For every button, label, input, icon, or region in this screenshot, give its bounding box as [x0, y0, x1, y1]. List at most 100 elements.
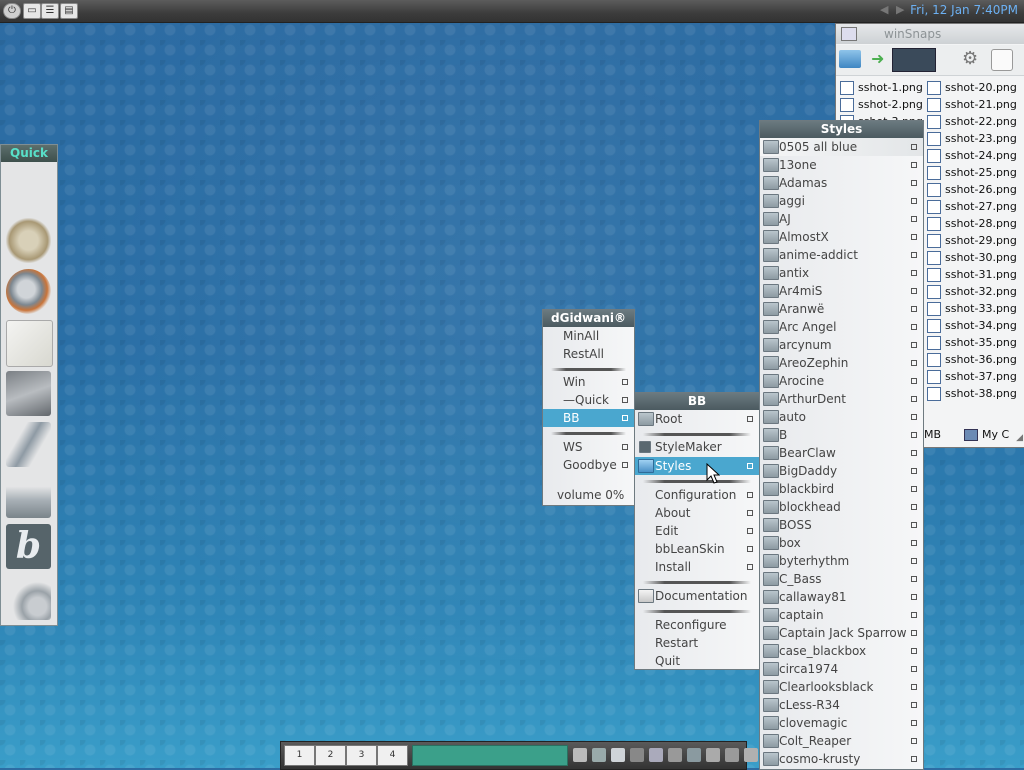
- menu-item-configuration[interactable]: Configuration: [635, 486, 759, 504]
- workspace-2-button[interactable]: 2: [315, 745, 346, 766]
- menu-item-restart[interactable]: Restart: [635, 634, 759, 652]
- menu-item-restall[interactable]: RestAll: [543, 345, 634, 363]
- style-item[interactable]: box: [760, 534, 923, 552]
- style-item[interactable]: blockhead: [760, 498, 923, 516]
- menu-item-stylemaker[interactable]: StyleMaker: [635, 438, 759, 456]
- feather-icon[interactable]: [6, 422, 51, 467]
- style-item[interactable]: BOSS: [760, 516, 923, 534]
- menu-item-quick[interactable]: —Quick: [543, 391, 634, 409]
- menu-item-documentation[interactable]: Documentation: [635, 587, 759, 605]
- style-item[interactable]: AreoZephin: [760, 354, 923, 372]
- style-item[interactable]: antix: [760, 264, 923, 282]
- go-arrow-icon[interactable]: ➜: [871, 49, 884, 68]
- person-icon[interactable]: [725, 748, 739, 762]
- resize-grip-icon[interactable]: ◢: [1016, 433, 1023, 443]
- device-icon[interactable]: [991, 49, 1013, 71]
- menu-item-goodbye[interactable]: Goodbye: [543, 456, 634, 474]
- menu-item-root[interactable]: Root: [635, 410, 759, 428]
- style-item[interactable]: BearClaw: [760, 444, 923, 462]
- menu-item-reconfigure[interactable]: Reconfigure: [635, 616, 759, 634]
- style-item[interactable]: Arocine: [760, 372, 923, 390]
- view-toggle-icon[interactable]: [892, 48, 936, 72]
- text-editor-icon[interactable]: [6, 320, 53, 367]
- menu-item-ws[interactable]: WS: [543, 438, 634, 456]
- skin-icon[interactable]: [668, 748, 682, 762]
- style-item[interactable]: circa1974: [760, 660, 923, 678]
- picture-icon[interactable]: [744, 748, 758, 762]
- style-item[interactable]: AlmostX: [760, 228, 923, 246]
- bblean-b-icon[interactable]: b: [6, 524, 51, 569]
- style-item[interactable]: Adamas: [760, 174, 923, 192]
- style-item[interactable]: cosmo-krusty: [760, 750, 923, 768]
- style-item[interactable]: BigDaddy: [760, 462, 923, 480]
- speaker-icon[interactable]: [592, 748, 606, 762]
- book-icon[interactable]: [6, 371, 51, 416]
- style-item[interactable]: aggi: [760, 192, 923, 210]
- submenu-indicator-icon: [911, 738, 917, 744]
- style-item[interactable]: case_blackbox: [760, 642, 923, 660]
- submenu-indicator-icon: [911, 288, 917, 294]
- style-item[interactable]: anime-addict: [760, 246, 923, 264]
- style-item[interactable]: blackbird: [760, 480, 923, 498]
- window-titlebar[interactable]: winSnaps: [836, 24, 1024, 44]
- style-item[interactable]: auto: [760, 408, 923, 426]
- folder-icon: [763, 608, 779, 622]
- pause-icon[interactable]: [573, 748, 587, 762]
- style-item[interactable]: Colt_Reaper: [760, 732, 923, 750]
- photo-icon[interactable]: [6, 167, 51, 212]
- menu-item-quit[interactable]: Quit: [635, 652, 759, 670]
- style-item[interactable]: B: [760, 426, 923, 444]
- style-item[interactable]: 0505 all blue: [760, 138, 923, 156]
- workspace-4-button[interactable]: 4: [377, 745, 408, 766]
- style-item[interactable]: byterhythm: [760, 552, 923, 570]
- style-item[interactable]: Arc Angel: [760, 318, 923, 336]
- folder-up-icon[interactable]: [839, 50, 861, 68]
- desktop-icon[interactable]: ▭: [23, 3, 41, 19]
- clock[interactable]: Fri, 12 Jan 7:40PM: [910, 3, 1018, 17]
- style-item[interactable]: cLess-R34: [760, 696, 923, 714]
- workspace-3-button[interactable]: 3: [346, 745, 377, 766]
- folder-icon[interactable]: ▤: [60, 3, 78, 19]
- task-list[interactable]: [412, 745, 568, 766]
- swirl-icon[interactable]: [687, 748, 701, 762]
- style-item[interactable]: C_Bass: [760, 570, 923, 588]
- style-item[interactable]: callaway81: [760, 588, 923, 606]
- style-item[interactable]: Aranwë: [760, 300, 923, 318]
- submenu-indicator-icon: [747, 528, 753, 534]
- menu-item-bbleanskin[interactable]: bbLeanSkin: [635, 540, 759, 558]
- horns-logo-icon[interactable]: [6, 218, 51, 263]
- style-item[interactable]: ArthurDent: [760, 390, 923, 408]
- style-item[interactable]: clovemagic: [760, 714, 923, 732]
- install-disk-icon[interactable]: [6, 473, 51, 518]
- workspace-1-button[interactable]: 1: [284, 745, 315, 766]
- style-item[interactable]: Clearlooksblack: [760, 678, 923, 696]
- style-item[interactable]: Ar4miS: [760, 282, 923, 300]
- menu-item-volume[interactable]: volume 0%: [543, 486, 634, 504]
- gear-icon[interactable]: ⚙: [962, 48, 978, 69]
- menu-item-install[interactable]: Install: [635, 558, 759, 576]
- settings-magnifier-icon[interactable]: [6, 575, 51, 620]
- folder-icon: [763, 662, 779, 676]
- hook-icon[interactable]: [706, 748, 720, 762]
- menu-item-edit[interactable]: Edit: [635, 522, 759, 540]
- menu-item-styles[interactable]: Styles: [635, 457, 759, 475]
- list-icon[interactable]: ☰: [41, 3, 59, 19]
- style-item[interactable]: 13one: [760, 156, 923, 174]
- style-item[interactable]: arcynum: [760, 336, 923, 354]
- arrow-right-icon[interactable]: ▶: [896, 3, 904, 16]
- menu-item-bb[interactable]: BB: [543, 409, 634, 427]
- power-icon[interactable]: ⏻: [3, 3, 21, 19]
- brush-icon[interactable]: [611, 748, 625, 762]
- menu-item-about[interactable]: About: [635, 504, 759, 522]
- arrow-left-icon[interactable]: ◀: [880, 3, 888, 16]
- style-item[interactable]: captain: [760, 606, 923, 624]
- style-item[interactable]: AJ: [760, 210, 923, 228]
- menu-item-win[interactable]: Win: [543, 373, 634, 391]
- monitor-icon[interactable]: [649, 748, 663, 762]
- folder-icon: [763, 500, 779, 514]
- style-item[interactable]: Captain Jack Sparrow: [760, 624, 923, 642]
- firefox-icon[interactable]: [6, 269, 51, 314]
- menu-item-minall[interactable]: MinAll: [543, 327, 634, 345]
- network-icon[interactable]: [630, 748, 644, 762]
- image-file-icon: [927, 251, 941, 265]
